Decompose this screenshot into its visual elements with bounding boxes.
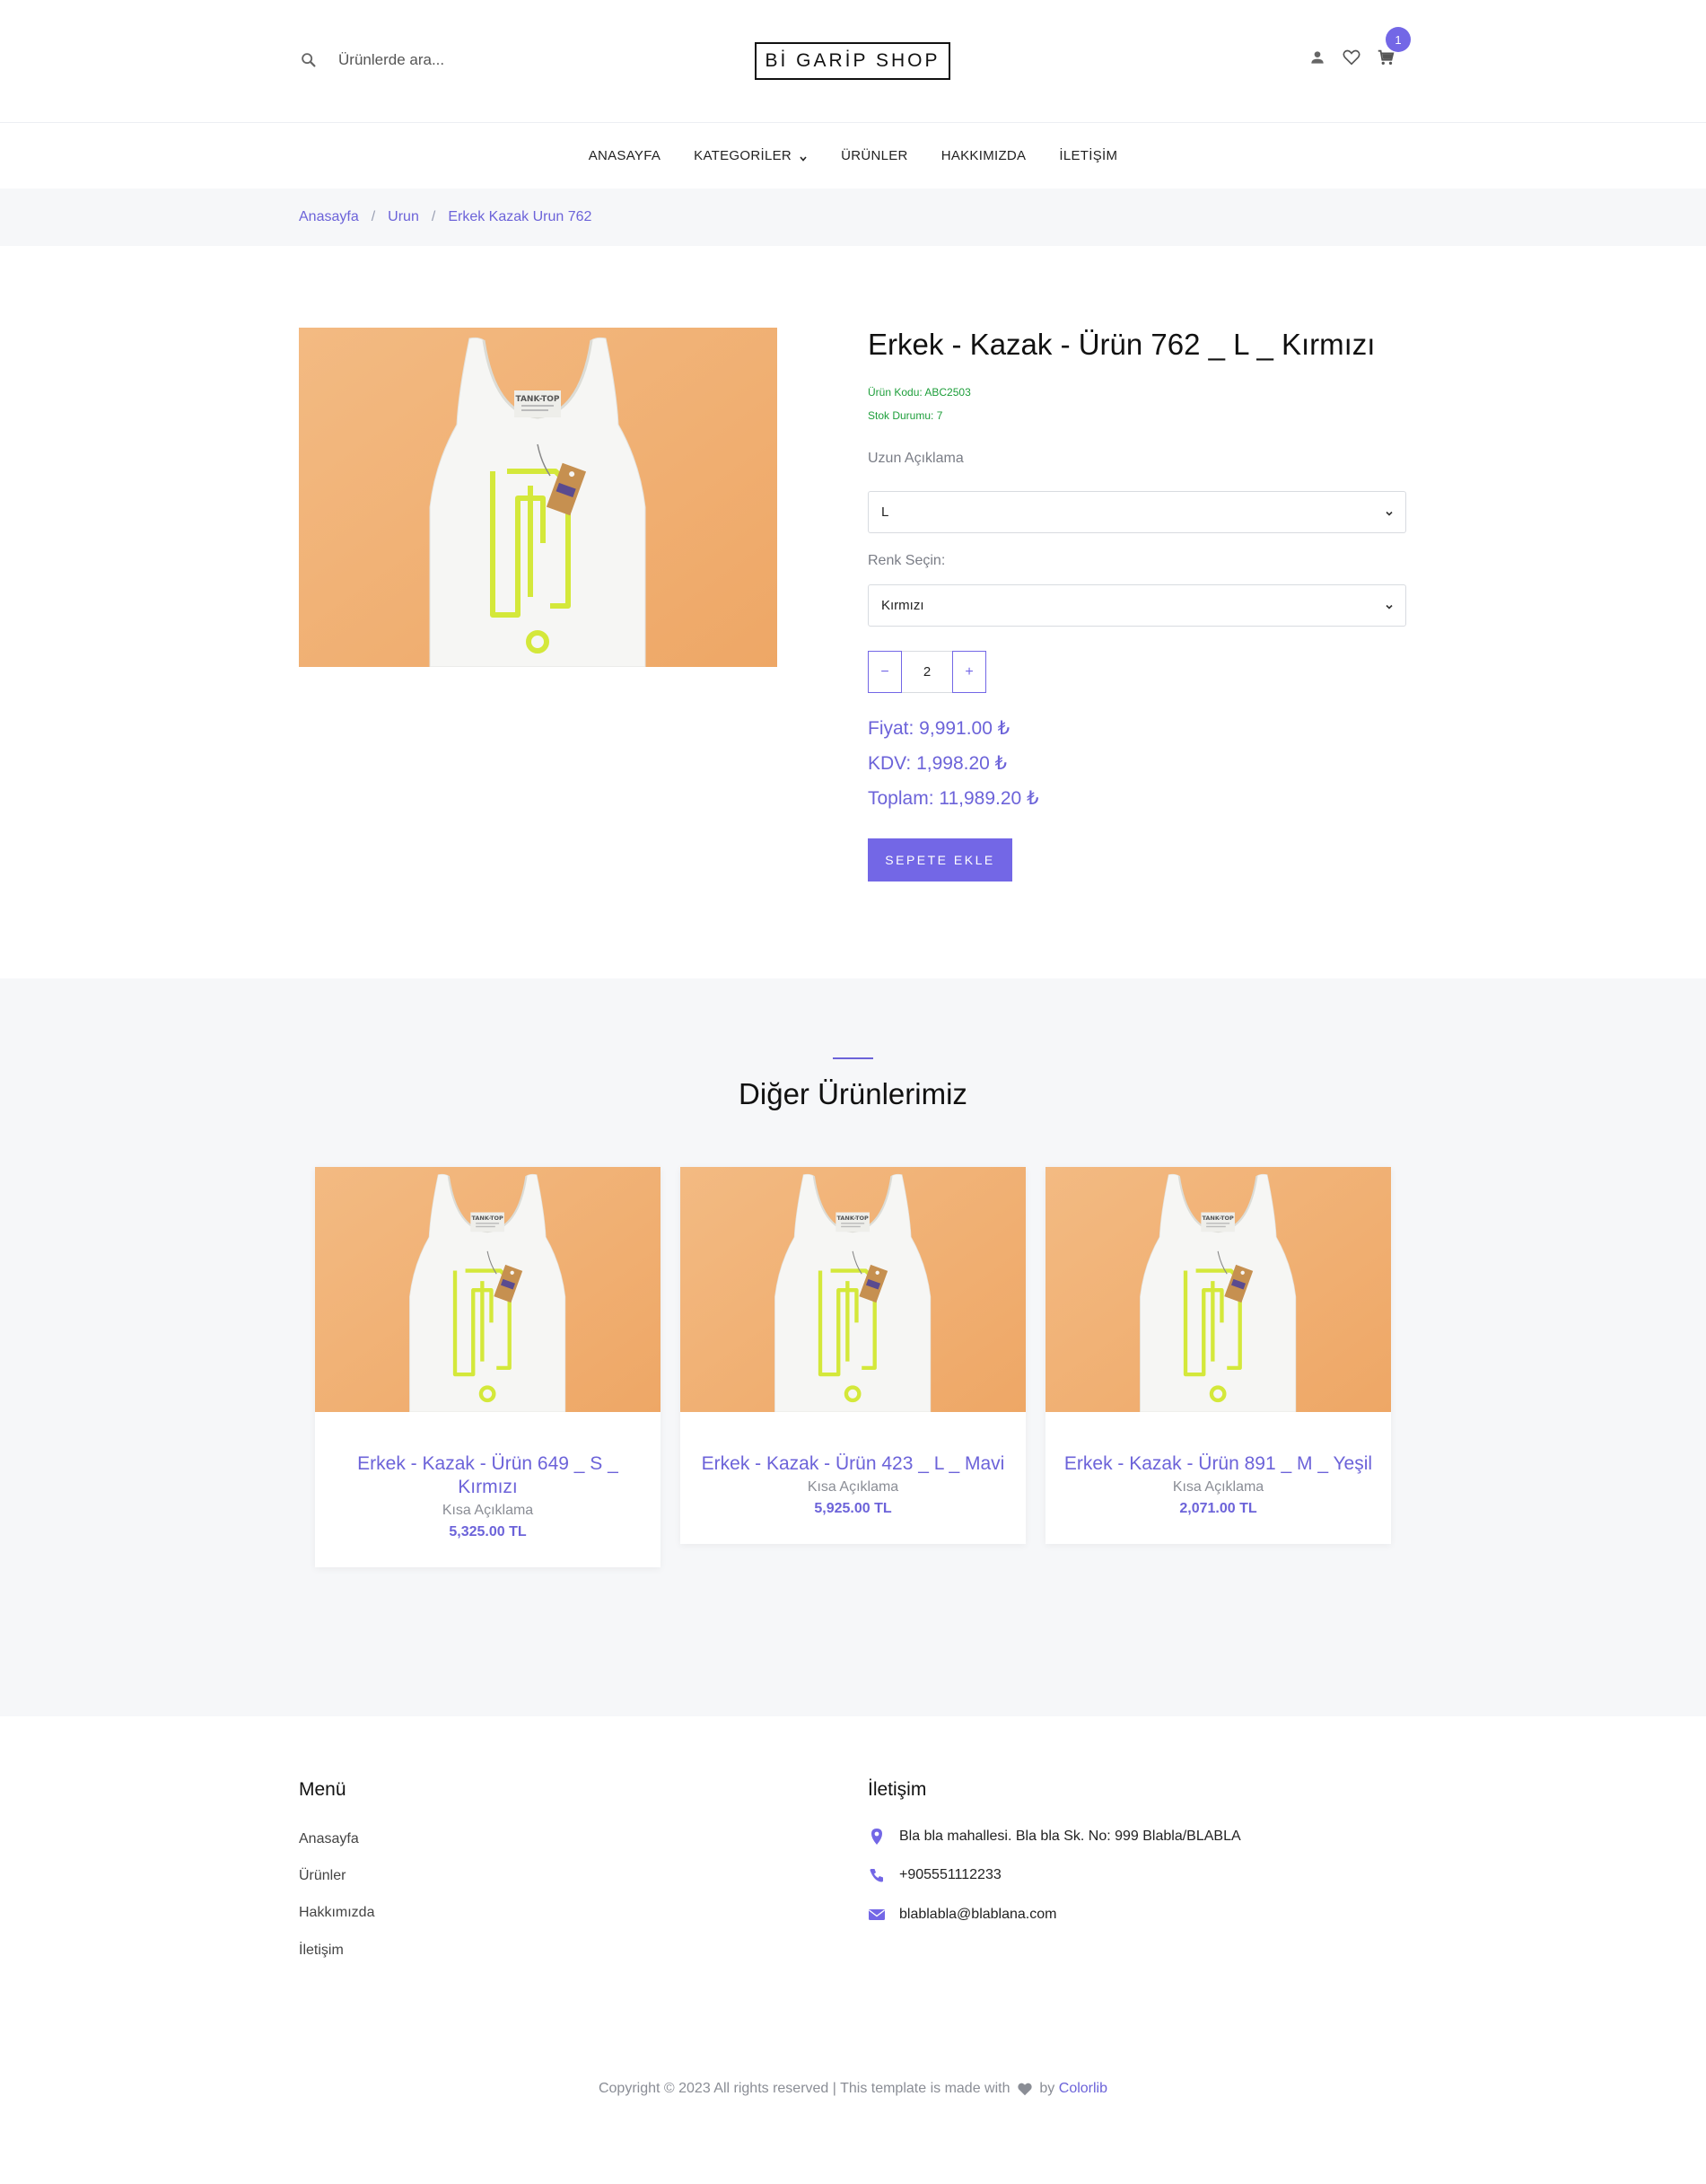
product-card-desc: Kısa Açıklama xyxy=(807,1479,899,1495)
nav-item-label: KATEGORİLER xyxy=(694,148,792,163)
qty-input[interactable]: 2 xyxy=(902,651,952,693)
size-select-value: L xyxy=(881,504,889,520)
product-card-name[interactable]: Erkek - Kazak - Ürün 649 _ S _ Kırmızı xyxy=(333,1452,643,1499)
product-card-desc: Kısa Açıklama xyxy=(442,1503,534,1518)
quantity-stepper: − 2 + xyxy=(868,651,986,693)
footer-menu-title: Menü xyxy=(299,1779,346,1800)
color-select[interactable]: Kırmızı xyxy=(868,584,1406,627)
size-label: Uzun Açıklama xyxy=(868,451,964,466)
product-card-price: 5,325.00 TL xyxy=(449,1524,527,1539)
map-pin-icon xyxy=(868,1828,886,1846)
main-nav: ANASAYFA KATEGORİLER ÜRÜNLER HAKKIMIZDA … xyxy=(0,123,1706,189)
product-card-price: 2,071.00 TL xyxy=(1179,1501,1257,1516)
footer-link-urunler[interactable]: Ürünler xyxy=(299,1868,346,1884)
product-tax: KDV: 1,998.20 ₺ xyxy=(868,753,1008,774)
breadcrumb-current: Erkek Kazak Urun 762 xyxy=(448,209,592,224)
nav-item-anasayfa[interactable]: ANASAYFA xyxy=(589,148,661,163)
footer-contact-title: İletişim xyxy=(868,1779,927,1800)
product-price: Fiyat: 9,991.00 ₺ xyxy=(868,718,1010,739)
qty-increase-button[interactable]: + xyxy=(952,651,986,693)
chevron-down-icon xyxy=(1384,601,1395,611)
user-icon[interactable] xyxy=(1306,46,1329,69)
copyright-by: by xyxy=(1039,2081,1055,2096)
product-card-desc: Kısa Açıklama xyxy=(1172,1479,1264,1495)
breadcrumb-separator: / xyxy=(431,209,436,224)
add-to-cart-button[interactable]: SEPETE EKLE xyxy=(868,838,1012,881)
site-logo[interactable]: Bİ GARİP SHOP xyxy=(755,42,950,80)
product-card-name[interactable]: Erkek - Kazak - Ürün 423 _ L _ Mavi xyxy=(698,1452,1008,1476)
product-card[interactable]: Erkek - Kazak - Ürün 423 _ L _ Mavi Kısa… xyxy=(680,1167,1026,1544)
footer-email-text[interactable]: blablabla@blablana.com xyxy=(899,1907,1056,1923)
product-card-price: 5,925.00 TL xyxy=(814,1501,892,1516)
chevron-down-icon xyxy=(799,152,808,162)
nav-item-hakkimizda[interactable]: HAKKIMIZDA xyxy=(941,148,1027,163)
footer-link-anasayfa[interactable]: Anasayfa xyxy=(299,1831,359,1847)
cart-count-badge: 1 xyxy=(1386,27,1411,52)
search-bar xyxy=(299,50,554,70)
breadcrumb-home[interactable]: Anasayfa xyxy=(299,209,359,225)
color-label: Renk Seçin: xyxy=(868,553,946,568)
nav-item-urunler[interactable]: ÜRÜNLER xyxy=(841,148,908,163)
phone-icon xyxy=(868,1866,886,1884)
chevron-down-icon xyxy=(1384,507,1395,518)
section-title: Diğer Ürünlerimiz xyxy=(739,1077,967,1110)
breadcrumb-urun[interactable]: Urun xyxy=(388,209,419,225)
site-header: Bİ GARİP SHOP 1 xyxy=(0,0,1706,123)
color-select-value: Kırmızı xyxy=(881,598,924,613)
footer-email[interactable]: blablabla@blablana.com xyxy=(868,1906,1056,1924)
envelope-icon xyxy=(868,1906,886,1924)
footer-phone-text[interactable]: +905551112233 xyxy=(899,1867,1002,1883)
footer-link-iletisim[interactable]: İletişim xyxy=(299,1943,344,1959)
footer-phone[interactable]: +905551112233 xyxy=(868,1866,1002,1884)
header-actions xyxy=(1306,46,1397,69)
product-card-image[interactable] xyxy=(1045,1167,1391,1412)
product-card-name[interactable]: Erkek - Kazak - Ürün 891 _ M _ Yeşil xyxy=(1063,1452,1373,1476)
product-title: Erkek - Kazak - Ürün 762 _ L _ Kırmızı xyxy=(868,328,1376,361)
qty-decrease-button[interactable]: − xyxy=(868,651,902,693)
search-icon[interactable] xyxy=(299,50,319,70)
product-total: Toplam: 11,989.20 ₺ xyxy=(868,788,1039,809)
breadcrumb-bar: Anasayfa / Urun / Erkek Kazak Urun 762 xyxy=(0,189,1706,246)
product-image[interactable] xyxy=(299,328,777,667)
copyright-text: Copyright © 2023 All rights reserved | T… xyxy=(598,2081,1010,2096)
stock-status: Stok Durumu: 7 xyxy=(868,409,943,422)
size-select[interactable]: L xyxy=(868,491,1406,533)
copyright: Copyright © 2023 All rights reserved | T… xyxy=(0,2081,1706,2097)
footer-address: Bla bla mahallesi. Bla bla Sk. No: 999 B… xyxy=(868,1828,1241,1846)
product-card[interactable]: Erkek - Kazak - Ürün 649 _ S _ Kırmızı K… xyxy=(315,1167,661,1567)
other-products-section: Diğer Ürünlerimiz Erkek - Kazak - Ürün 6… xyxy=(0,978,1706,1716)
footer-link-hakkimizda[interactable]: Hakkımızda xyxy=(299,1905,374,1921)
product-meta: Ürün Kodu: ABC2503 Stok Durumu: 7 xyxy=(868,381,971,427)
section-divider xyxy=(833,1057,873,1059)
product-card-image[interactable] xyxy=(680,1167,1026,1412)
product-code: Ürün Kodu: ABC2503 xyxy=(868,386,971,399)
footer-address-text: Bla bla mahallesi. Bla bla Sk. No: 999 B… xyxy=(899,1829,1241,1844)
heart-icon xyxy=(1017,2082,1033,2096)
heart-icon[interactable] xyxy=(1340,46,1363,69)
product-card-image[interactable] xyxy=(315,1167,661,1412)
breadcrumb-separator: / xyxy=(371,209,376,224)
colorlib-link[interactable]: Colorlib xyxy=(1059,2081,1107,2096)
nav-item-kategoriler[interactable]: KATEGORİLER xyxy=(694,148,808,163)
product-card[interactable]: Erkek - Kazak - Ürün 891 _ M _ Yeşil Kıs… xyxy=(1045,1167,1391,1544)
nav-item-iletisim[interactable]: İLETİŞİM xyxy=(1059,148,1117,163)
breadcrumb: Anasayfa / Urun / Erkek Kazak Urun 762 xyxy=(299,209,591,225)
search-input[interactable] xyxy=(338,51,554,69)
